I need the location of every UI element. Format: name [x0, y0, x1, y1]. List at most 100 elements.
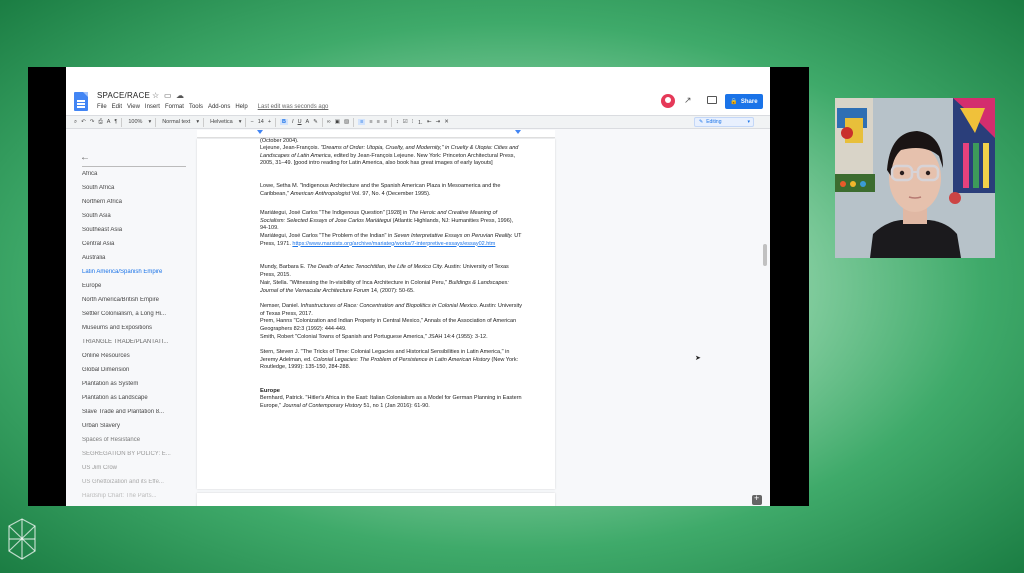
folder-icon[interactable]: ▭ — [164, 91, 172, 100]
outline-item[interactable]: Settler Colonialism, a Long Hi... — [82, 311, 188, 317]
toolbar-divider — [121, 117, 123, 127]
ruler[interactable] — [197, 130, 555, 138]
share-button[interactable]: 🔒 Share — [725, 94, 763, 109]
reference-entry: Lowe, Setha M. "Indigenous Architecture … — [260, 183, 522, 198]
mouse-pointer-icon: ➤ — [695, 355, 701, 362]
outline-item[interactable]: South Africa — [82, 185, 188, 191]
pencil-icon: ✎ — [699, 119, 704, 125]
bulleted-list-icon[interactable]: ⁝ — [412, 119, 414, 125]
align-right-icon[interactable]: ≡ — [377, 119, 380, 125]
clear-formatting-icon[interactable]: ✕ — [444, 119, 449, 125]
menu-format[interactable]: Format — [165, 104, 184, 110]
align-center-icon[interactable]: ≡ — [369, 119, 372, 125]
align-left-icon[interactable]: ≡ — [358, 119, 366, 125]
outline-item[interactable]: Hardship Chart: The Parts... — [82, 493, 188, 499]
justify-icon[interactable]: ≡ — [384, 119, 387, 125]
outline-item[interactable]: North America/British Empire — [82, 297, 188, 303]
cloud-status-icon[interactable]: ☁ — [176, 91, 184, 100]
italic-button[interactable]: I — [292, 119, 294, 125]
outline-item[interactable]: Northern Africa — [82, 199, 188, 205]
vertical-scrollbar[interactable] — [762, 139, 768, 506]
outline-item[interactable]: South Asia — [82, 213, 188, 219]
last-edit-link[interactable]: Last edit was seconds ago — [258, 104, 329, 110]
toolbar-divider — [245, 117, 247, 127]
print-icon[interactable]: ⎙ — [98, 119, 102, 126]
user-avatar[interactable] — [661, 94, 675, 108]
link-icon[interactable]: ∞ — [327, 119, 331, 125]
outline-item[interactable]: Online Resources — [82, 353, 188, 359]
outline-item[interactable]: Museums and Expositions — [82, 325, 188, 331]
activity-dashboard-icon[interactable]: ↗ — [684, 95, 692, 106]
menu-edit[interactable]: Edit — [112, 104, 122, 110]
reference-italic: Colonial Legacies: The Problem of Persis… — [313, 356, 490, 363]
outline-item[interactable]: US Ghettoization and its Effe... — [82, 479, 188, 485]
reference-entry: Smith, Robert "Colonial Towns of Spanish… — [260, 334, 522, 342]
font-size-input[interactable]: 14 — [258, 119, 264, 125]
reference-link[interactable]: https://www.marxists.org/archive/mariate… — [292, 241, 495, 247]
decrease-font-size-icon[interactable]: − — [250, 119, 253, 125]
paint-format-icon[interactable]: ¶ — [114, 119, 117, 125]
increase-indent-icon[interactable]: ⇥ — [436, 119, 441, 125]
menu-tools[interactable]: Tools — [189, 104, 203, 110]
menu-view[interactable]: View — [127, 104, 140, 110]
present-icon[interactable] — [707, 96, 717, 104]
menu-insert[interactable]: Insert — [145, 104, 160, 110]
numbered-list-icon[interactable]: ⒈ — [417, 118, 423, 126]
redo-icon[interactable]: ↷ — [90, 119, 95, 125]
toolbar-divider — [203, 117, 205, 127]
underline-button[interactable]: U — [298, 119, 302, 125]
outline-item[interactable]: TRIANGLE TRADE/PLANTATI... — [82, 339, 188, 345]
zoom-select[interactable]: 100% — [126, 119, 144, 125]
menu-addons[interactable]: Add-ons — [208, 104, 230, 110]
spellcheck-icon[interactable]: A — [107, 119, 111, 125]
editing-mode-select[interactable]: ✎ Editing ▾ — [694, 117, 754, 127]
right-indent-marker[interactable] — [515, 130, 521, 134]
next-page[interactable] — [197, 493, 555, 506]
star-icon[interactable]: ☆ — [152, 91, 159, 100]
image-icon[interactable]: ▨ — [344, 119, 349, 125]
checklist-icon[interactable]: ☑ — [403, 119, 408, 125]
outline-item[interactable]: Plantation as System — [82, 381, 188, 387]
undo-icon[interactable]: ↶ — [81, 119, 86, 125]
outline-item[interactable]: Urban Slavery — [82, 423, 188, 429]
document-page[interactable]: (October 2004). Lejeune, Jean-François. … — [197, 138, 555, 489]
increase-font-size-icon[interactable]: + — [268, 119, 271, 125]
left-indent-marker[interactable] — [257, 130, 263, 134]
font-select[interactable]: Helvetica — [208, 119, 235, 125]
outline-item[interactable]: Australia — [82, 255, 188, 261]
highlight-icon[interactable]: ✎ — [313, 119, 318, 125]
docs-logo-icon[interactable] — [74, 92, 88, 111]
outline-item[interactable]: Spaces of Resistance — [82, 437, 188, 443]
outline-item[interactable]: Global Dimension — [82, 367, 188, 373]
outline-item[interactable]: SEGREGATION BY POLICY: E... — [82, 451, 188, 457]
outline-item[interactable]: US Jim Crow — [82, 465, 188, 471]
outline-item[interactable]: Southeast Asia — [82, 227, 188, 233]
reference-text: 14, (2007): 50-65. — [369, 287, 415, 294]
style-select[interactable]: Normal text — [160, 119, 192, 125]
reference-entry: Mariátegui, José Carlos "The Indigenous … — [260, 210, 522, 233]
comment-icon[interactable]: ▣ — [335, 119, 340, 125]
editing-mode-label: Editing — [706, 119, 722, 125]
outline-item[interactable]: Europe — [82, 283, 188, 289]
search-menus-icon[interactable]: ⌕ — [74, 119, 77, 126]
scrollbar-thumb[interactable] — [763, 244, 767, 266]
back-arrow-icon[interactable]: ← — [80, 152, 90, 163]
toolbar-divider — [321, 117, 323, 127]
menu-help[interactable]: Help — [235, 104, 247, 110]
outline-item[interactable]: Africa — [82, 171, 188, 177]
outline-item[interactable]: Central Asia — [82, 241, 188, 247]
decrease-indent-icon[interactable]: ⇤ — [427, 119, 432, 125]
line-spacing-icon[interactable]: ↕ — [396, 119, 399, 125]
bold-button[interactable]: B — [280, 119, 289, 125]
google-docs-window: SPACE/RACE ☆ ▭ ☁ File Edit View Insert F… — [66, 67, 770, 506]
reference-entry: Bernhard, Patrick. "Hitler's Africa in t… — [260, 395, 522, 410]
explore-icon[interactable] — [752, 493, 762, 505]
text-color-button[interactable]: A — [306, 119, 310, 125]
document-title[interactable]: SPACE/RACE — [97, 91, 150, 100]
outline-item-selected[interactable]: Latin America/Spanish Empire — [82, 269, 188, 275]
outline-item[interactable]: Slave Trade and Plantation 8... — [82, 409, 188, 415]
menu-file[interactable]: File — [97, 104, 107, 110]
outline-item[interactable]: Plantation as Landscape — [82, 395, 188, 401]
outline-divider — [82, 166, 186, 167]
section-heading-europe: Europe — [260, 388, 280, 394]
